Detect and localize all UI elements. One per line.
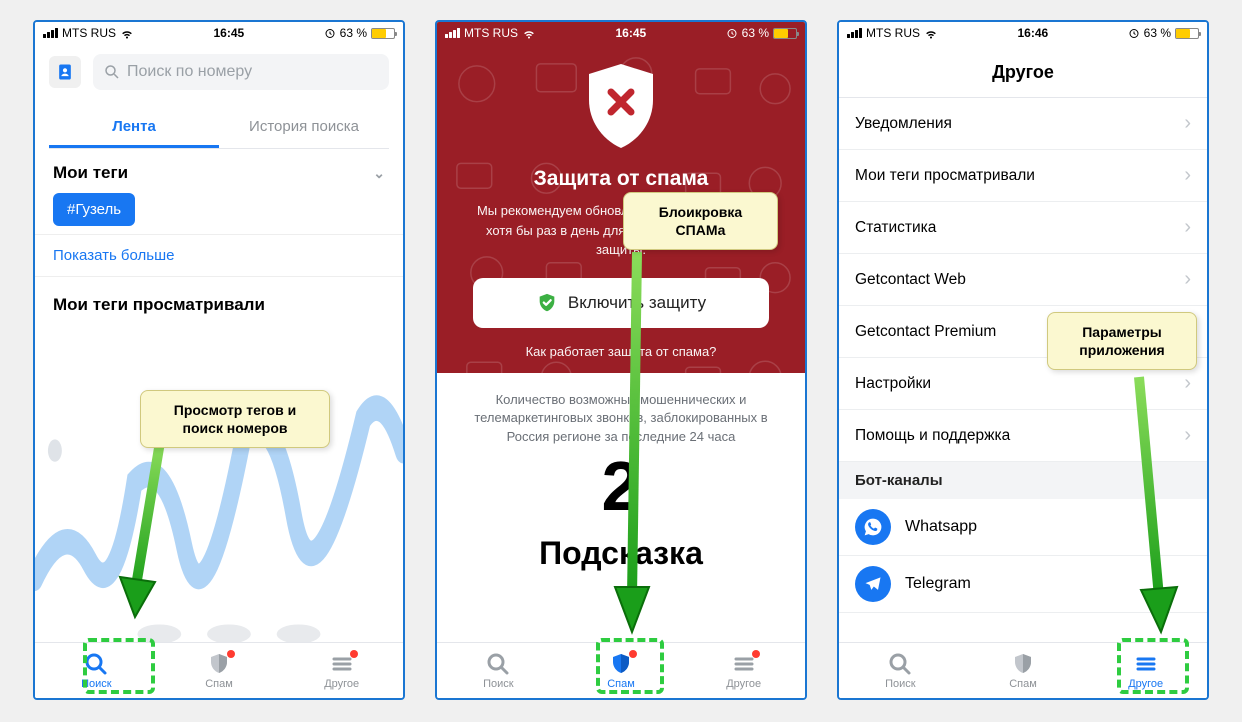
row-notifications[interactable]: Уведомления›	[839, 98, 1207, 150]
wifi-icon	[522, 26, 536, 40]
status-bar: MTS RUS 16:45 63 %	[437, 22, 805, 44]
search-icon	[888, 652, 912, 676]
nav-other[interactable]: Другое	[682, 643, 805, 698]
views-title: Мои теги просматривали	[35, 277, 403, 323]
page-title: Другое	[839, 44, 1207, 98]
show-more-link[interactable]: Показать больше	[35, 234, 403, 277]
tab-history[interactable]: История поиска	[219, 108, 389, 148]
battery-icon	[1175, 28, 1199, 39]
alarm-icon	[324, 27, 336, 39]
search-input[interactable]: Поиск по номеру	[93, 54, 389, 90]
wifi-icon	[120, 26, 134, 40]
clock-label: 16:45	[615, 26, 646, 40]
phone-spam: MTS RUS 16:45 63 % Защита от спама Мы	[435, 20, 807, 700]
my-tags-section: Мои теги ⌄ #Гузель	[35, 149, 403, 234]
wifi-icon	[924, 26, 938, 40]
shield-x-icon	[583, 62, 659, 150]
search-placeholder: Поиск по номеру	[127, 63, 252, 81]
battery-label: 63 %	[742, 26, 769, 40]
highlight-box	[1117, 638, 1189, 694]
search-icon	[486, 652, 510, 676]
shield-icon	[1011, 652, 1035, 676]
row-statistics[interactable]: Статистика›	[839, 202, 1207, 254]
carrier-label: MTS RUS	[464, 26, 518, 40]
battery-label: 63 %	[1144, 26, 1171, 40]
status-bar: MTS RUS 16:45 63 %	[35, 22, 403, 44]
telegram-icon	[855, 566, 891, 602]
nav-spam[interactable]: Спам	[962, 643, 1085, 698]
contacts-button[interactable]	[49, 56, 81, 88]
chevron-right-icon: ›	[1184, 164, 1191, 187]
chevron-right-icon: ›	[1184, 216, 1191, 239]
tab-feed[interactable]: Лента	[49, 108, 219, 148]
carrier-label: MTS RUS	[62, 26, 116, 40]
arrow-annotation	[607, 247, 667, 637]
callout-search: Просмотр тегов и поиск номеров	[140, 390, 330, 448]
status-bar: MTS RUS 16:46 63 %	[839, 22, 1207, 44]
signal-icon	[445, 28, 460, 38]
tag-chip[interactable]: #Гузель	[53, 193, 135, 226]
whatsapp-icon	[855, 509, 891, 545]
battery-label: 63 %	[340, 26, 367, 40]
phone-search: MTS RUS 16:45 63 % Поиск по номеру Лента…	[33, 20, 405, 700]
alarm-icon	[1128, 27, 1140, 39]
signal-icon	[43, 28, 58, 38]
callout-other: Параметры приложения	[1047, 312, 1197, 370]
highlight-box	[83, 638, 155, 694]
nav-search[interactable]: Поиск	[437, 643, 560, 698]
header: Поиск по номеру Лента История поиска	[35, 44, 403, 149]
nav-other[interactable]: Другое	[280, 643, 403, 698]
chevron-down-icon[interactable]: ⌄	[373, 165, 385, 182]
arrow-annotation	[1119, 372, 1189, 637]
battery-icon	[773, 28, 797, 39]
shield-check-icon	[536, 292, 558, 314]
highlight-box	[596, 638, 664, 694]
callout-spam: Блоикровка СПАМа	[623, 192, 778, 250]
row-web[interactable]: Getcontact Web›	[839, 254, 1207, 306]
alarm-icon	[726, 27, 738, 39]
chevron-right-icon: ›	[1184, 112, 1191, 135]
clock-label: 16:45	[213, 26, 244, 40]
search-icon	[103, 63, 121, 81]
battery-icon	[371, 28, 395, 39]
contact-icon	[55, 62, 75, 82]
clock-label: 16:46	[1017, 26, 1048, 40]
nav-search[interactable]: Поиск	[839, 643, 962, 698]
nav-spam[interactable]: Спам	[158, 643, 281, 698]
phone-other: MTS RUS 16:46 63 % Другое Уведомления› М…	[837, 20, 1209, 700]
signal-icon	[847, 28, 862, 38]
carrier-label: MTS RUS	[866, 26, 920, 40]
row-tag-views[interactable]: Мои теги просматривали›	[839, 150, 1207, 202]
tabs: Лента История поиска	[49, 108, 389, 149]
spam-title: Защита от спама	[457, 167, 785, 191]
arrow-annotation	[115, 437, 185, 637]
views-chart	[35, 323, 403, 642]
chevron-right-icon: ›	[1184, 268, 1191, 291]
my-tags-title: Мои теги	[53, 163, 128, 183]
